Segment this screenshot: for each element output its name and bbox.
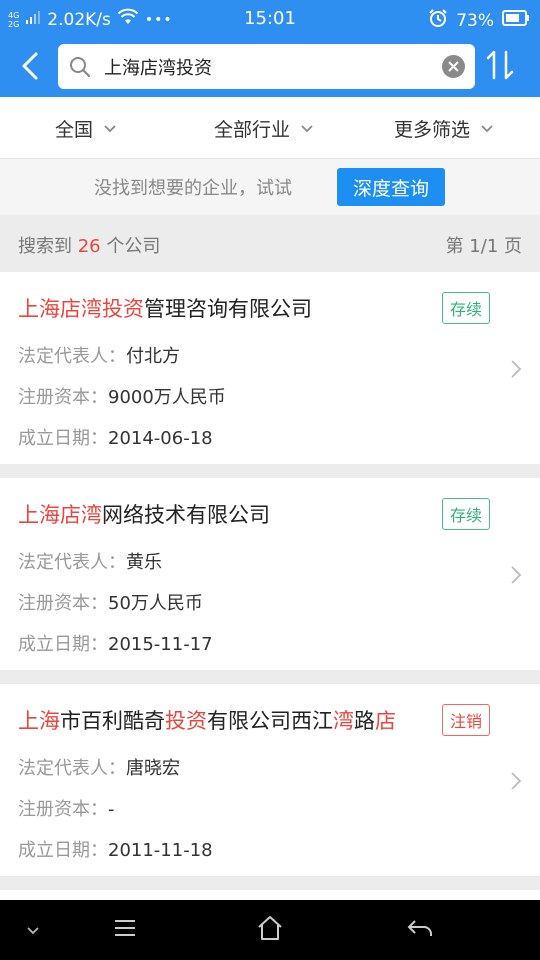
nav-back-icon <box>406 918 434 942</box>
result-count: 26 <box>77 236 101 257</box>
result-count-text: 搜索到 26 个公司 <box>18 236 161 257</box>
sort-icon <box>484 50 516 85</box>
capital-value: 9000万人民币 <box>108 387 226 408</box>
nav-home-button[interactable] <box>245 900 295 960</box>
company-name: 上海市百利酷奇投资有限公司西江湾路店 <box>18 709 396 733</box>
company-card[interactable]: 上海店湾投资管理咨询有限公司 存续 法定代表人：付北方 注册资本：9000万人民… <box>0 272 540 464</box>
deep-query-bar: 没找到想要的企业，试试 深度查询 <box>0 159 540 215</box>
nav-menu-button[interactable] <box>100 900 150 960</box>
status-badge: 存续 <box>442 292 491 324</box>
chevron-right-icon <box>510 359 522 383</box>
search-box[interactable] <box>58 44 475 89</box>
company-card[interactable]: 上海店湾网络技术有限公司 存续 法定代表人：黄乐 注册资本：50万人民币 成立日… <box>0 478 540 670</box>
deep-query-tip: 没找到想要的企业，试试 <box>94 178 292 199</box>
founded-date-value: 2015-11-17 <box>108 634 213 655</box>
deep-query-button[interactable]: 深度查询 <box>337 168 445 206</box>
company-card[interactable]: 上海市百利酷奇投资有限公司西江湾路店 注销 法定代表人：唐晓宏 注册资本：- 成… <box>0 684 540 876</box>
chevron-right-icon <box>510 771 522 795</box>
chevron-down-icon <box>300 117 314 139</box>
capital-field: 注册资本：- <box>18 799 115 820</box>
filter-region-label: 全国 <box>55 118 94 141</box>
page-indicator: 第 1/1 页 <box>445 236 522 257</box>
capital-value: - <box>108 799 115 820</box>
nav-back-button[interactable] <box>395 900 445 960</box>
back-button[interactable] <box>12 48 48 88</box>
founded-date-value: 2014-06-18 <box>108 428 213 449</box>
filter-industry-label: 全部行业 <box>214 118 291 141</box>
clear-icon <box>448 57 459 76</box>
nav-down-icon <box>26 921 40 940</box>
capital-value: 50万人民币 <box>108 593 203 614</box>
capital-field: 注册资本：50万人民币 <box>18 593 203 614</box>
nav-home-icon <box>256 915 284 945</box>
filter-more-label: 更多筛选 <box>394 118 471 141</box>
status-badge: 存续 <box>442 498 491 530</box>
founded-date-field: 成立日期：2015-11-17 <box>18 634 213 655</box>
company-name: 上海店湾网络技术有限公司 <box>18 503 270 527</box>
search-input[interactable] <box>104 44 424 89</box>
chevron-down-icon <box>480 117 494 139</box>
legal-rep-value: 付北方 <box>126 346 180 367</box>
filter-bar: 全国 全部行业 更多筛选 <box>0 97 540 159</box>
filter-industry[interactable]: 全部行业 <box>214 97 314 159</box>
battery-level: 73% <box>456 10 494 31</box>
back-arrow-icon <box>19 51 41 85</box>
search-row <box>0 40 540 96</box>
chevron-right-icon <box>510 565 522 589</box>
nav-menu-icon <box>113 919 137 941</box>
sort-button[interactable] <box>484 49 524 89</box>
clear-search-button[interactable] <box>442 55 465 78</box>
founded-date-field: 成立日期：2011-11-18 <box>18 840 213 861</box>
top-bar: 4G 2G 2.02K/s ••• 15:01 73% <box>0 0 540 97</box>
nav-down-button[interactable] <box>10 900 55 960</box>
company-name: 上海店湾投资管理咨询有限公司 <box>18 297 312 321</box>
status-badge: 注销 <box>442 704 491 736</box>
alarm-icon <box>428 8 448 33</box>
founded-date-value: 2011-11-18 <box>108 840 213 861</box>
legal-rep-field: 法定代表人：黄乐 <box>18 552 162 573</box>
chevron-down-icon <box>103 117 117 139</box>
capital-field: 注册资本：9000万人民币 <box>18 387 226 408</box>
legal-rep-field: 法定代表人：付北方 <box>18 346 180 367</box>
company-card-partial[interactable] <box>0 890 540 900</box>
system-nav-bar <box>0 900 540 960</box>
filter-more[interactable]: 更多筛选 <box>394 97 494 159</box>
status-bar: 4G 2G 2.02K/s ••• 15:01 73% <box>0 0 540 38</box>
legal-rep-field: 法定代表人：唐晓宏 <box>18 758 180 779</box>
legal-rep-value: 唐晓宏 <box>126 758 180 779</box>
search-icon <box>68 55 92 83</box>
founded-date-field: 成立日期：2014-06-18 <box>18 428 213 449</box>
battery-icon <box>502 9 530 32</box>
result-summary: 搜索到 26 个公司 第 1/1 页 <box>0 215 540 271</box>
filter-region[interactable]: 全国 <box>55 97 117 159</box>
legal-rep-value: 黄乐 <box>126 552 162 573</box>
